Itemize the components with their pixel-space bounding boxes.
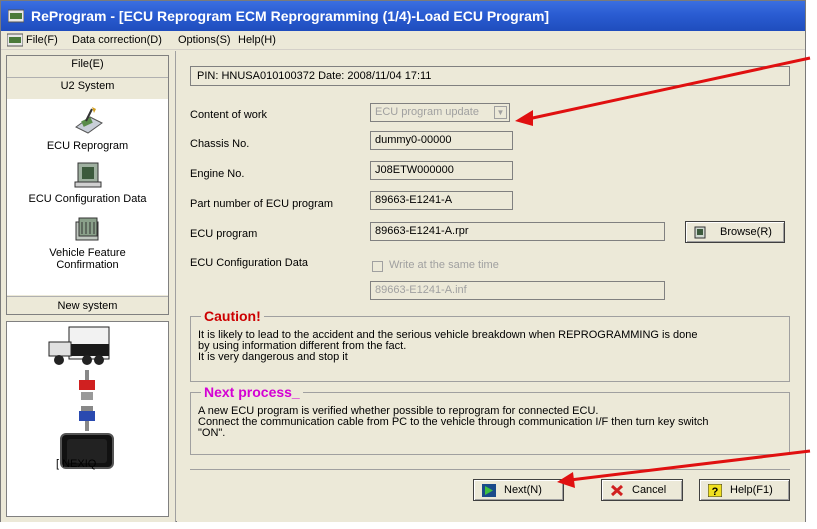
title-bar[interactable]: ReProgram - [ECU Reprogram ECM Reprogram… — [1, 1, 805, 31]
content-of-work-select[interactable]: ECU program update ▼ — [370, 103, 510, 122]
cancel-button-label: Cancel — [632, 484, 667, 496]
ecu-config-file-field[interactable]: 89663-E1241-A.inf — [370, 281, 665, 300]
footer-divider — [190, 469, 790, 470]
help-button-label: Help(F1) — [730, 484, 773, 496]
ecu-config-label: ECU Configuration Data — [190, 257, 309, 269]
sidebar-items-area: ECU Reprogram ECU Configuration Data Veh… — [7, 99, 168, 295]
menu-data-correction[interactable]: Data correction(D) — [72, 34, 162, 46]
browse-button[interactable]: Browse(R) — [685, 221, 785, 243]
help-question-icon: ? — [708, 484, 722, 497]
sidebar-item-label: ECU Configuration Data — [28, 193, 147, 205]
app-icon — [8, 9, 24, 23]
next-process-group: Next process_ A new ECU program is verif… — [190, 384, 790, 455]
sidebar-item-ecu-configuration[interactable]: ECU Configuration Data — [7, 160, 168, 205]
window-title: ReProgram - [ECU Reprogram ECM Reprogram… — [31, 8, 550, 24]
ecu-program-field[interactable]: 89663-E1241-A.rpr — [370, 222, 665, 241]
sidebar: File(E) U2 System ECU Reprogram ECU Conf… — [1, 51, 176, 522]
content-of-work-value: ECU program update — [375, 106, 479, 118]
device-panel — [6, 321, 169, 517]
next-process-title: Next process_ — [201, 384, 303, 400]
sidebar-item-label-line2: Confirmation — [56, 259, 119, 271]
sidebar-menu-panel: File(E) U2 System ECU Reprogram ECU Conf… — [6, 55, 169, 315]
menu-options[interactable]: Options(S) — [178, 34, 231, 46]
sidebar-item-label: ECU Reprogram — [46, 140, 129, 152]
menu-help[interactable]: Help(H) — [238, 34, 276, 46]
caution-title: Caution! — [201, 308, 264, 324]
ecu-program-label: ECU program — [190, 228, 258, 240]
main-panel: PIN: HNUSA010100372 Date: 2008/11/04 17:… — [177, 51, 805, 522]
chassis-field[interactable]: dummy0-00000 — [370, 131, 513, 150]
browse-button-label: Browse(R) — [720, 226, 772, 238]
truck-icon — [48, 326, 110, 365]
sidebar-item-ecu-reprogram[interactable]: ECU Reprogram — [7, 105, 168, 152]
next-button-label: Next(N) — [504, 484, 542, 496]
part-number-label: Part number of ECU program — [190, 198, 334, 210]
help-button[interactable]: ? Help(F1) — [699, 479, 790, 501]
menu-app-icon — [7, 33, 23, 47]
menu-bar: File(F) Data correction(D) Options(S) He… — [1, 31, 805, 50]
sidebar-new-system[interactable]: New system — [7, 296, 168, 314]
caution-group: Caution! It is likely to lead to the acc… — [190, 308, 790, 382]
browse-icon — [694, 226, 706, 239]
svg-text:?: ? — [712, 486, 719, 497]
ecu-config-icon — [74, 162, 101, 188]
cancel-x-icon — [610, 484, 624, 497]
chevron-down-icon[interactable]: ▼ — [494, 106, 507, 119]
device-connection-illustration — [48, 326, 114, 469]
engine-label: Engine No. — [190, 168, 245, 180]
write-same-time-checkbox[interactable] — [372, 261, 383, 272]
sidebar-file-header[interactable]: File(E) — [7, 56, 168, 74]
next-process-line-2: Connect the communication cable from PC … — [198, 416, 709, 428]
next-button[interactable]: Next(N) — [473, 479, 564, 501]
menu-file[interactable]: File(F) — [26, 34, 58, 46]
engine-field[interactable]: J08ETW000000 — [370, 161, 513, 180]
cable-icon — [79, 370, 95, 431]
cancel-button[interactable]: Cancel — [601, 479, 683, 501]
vehicle-feature-icon — [75, 217, 98, 241]
next-process-line-3: "ON". — [198, 427, 226, 439]
pin-date-field: PIN: HNUSA010100372 Date: 2008/11/04 17:… — [190, 66, 790, 86]
sidebar-system-header[interactable]: U2 System — [7, 77, 168, 95]
caution-line-3: It is very dangerous and stop it — [198, 351, 348, 363]
device-label: [ NEXIQ — [56, 458, 97, 470]
sidebar-item-vehicle-feature[interactable]: Vehicle Feature Confirmation — [7, 214, 168, 271]
sidebar-item-label-line1: Vehicle Feature — [49, 247, 126, 259]
app-window: ReProgram - [ECU Reprogram ECM Reprogram… — [0, 0, 806, 522]
ecu-reprogram-icon — [74, 107, 103, 134]
part-number-field[interactable]: 89663-E1241-A — [370, 191, 513, 210]
content-of-work-label: Content of work — [190, 109, 268, 121]
next-arrow-icon — [482, 484, 496, 497]
chassis-label: Chassis No. — [190, 138, 250, 150]
write-same-time-label: Write at the same time — [389, 259, 499, 271]
